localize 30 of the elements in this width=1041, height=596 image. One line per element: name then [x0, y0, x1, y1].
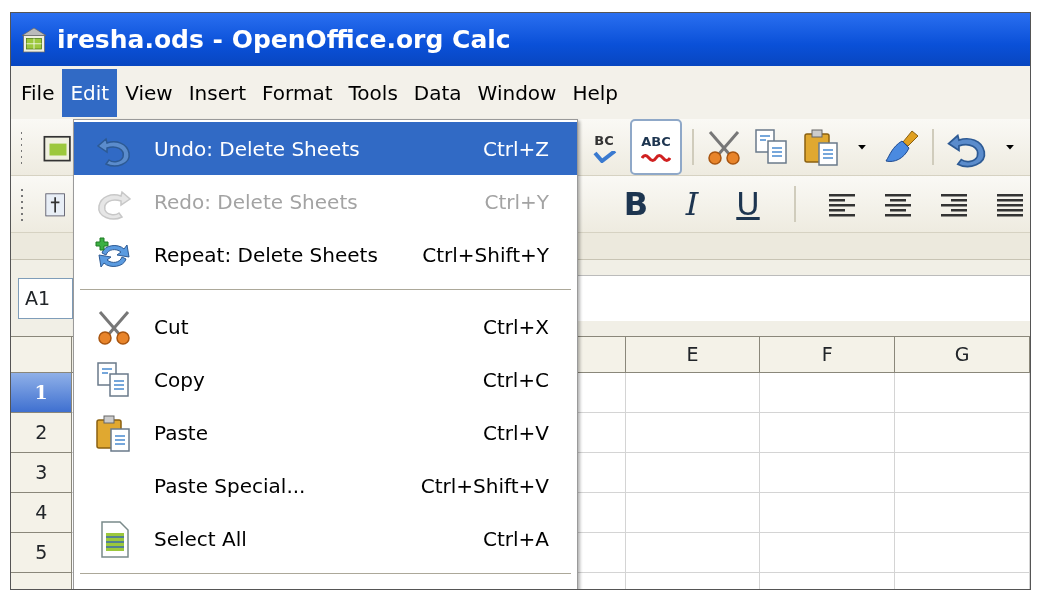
menu-item[interactable]: Tools: [340, 68, 406, 117]
menu-item[interactable]: Help: [564, 68, 627, 117]
spellcheck-button[interactable]: BC: [584, 124, 624, 170]
menu-item[interactable]: Copy Ctrl+C: [74, 353, 577, 406]
row-header[interactable]: 2: [11, 413, 73, 453]
menu-item[interactable]: Data: [405, 68, 470, 117]
menu-item[interactable]: Format: [254, 68, 341, 117]
menu-item[interactable]: Select All Ctrl+A: [74, 512, 577, 565]
menu-item[interactable]: File: [13, 68, 63, 117]
menu-item[interactable]: Undo: Delete Sheets Ctrl+Z: [74, 122, 577, 175]
menu-item[interactable]: Insert: [180, 68, 255, 117]
menu-item[interactable]: View: [117, 68, 181, 117]
format-button[interactable]: I: [672, 181, 712, 227]
auto-spellcheck-button[interactable]: ABC: [630, 119, 682, 175]
window-title: iresha.ods - OpenOffice.org Calc: [57, 23, 511, 56]
format-button[interactable]: B: [616, 181, 656, 227]
menu-item[interactable]: Repeat: Delete Sheets Ctrl+Shift+Y: [74, 228, 577, 281]
menu-item[interactable]: Paste Special... Ctrl+Shift+V: [74, 459, 577, 512]
row-header[interactable]: 4: [11, 493, 73, 533]
column-header[interactable]: G: [895, 336, 1030, 373]
row-header[interactable]: 5: [11, 533, 73, 573]
menu-item[interactable]: Window: [469, 68, 565, 117]
column-header[interactable]: F: [760, 336, 896, 373]
column-header[interactable]: E: [625, 336, 761, 373]
menu-item[interactable]: Paste Ctrl+V: [74, 406, 577, 459]
menu-item[interactable]: Cut Ctrl+X: [74, 300, 577, 353]
name-box[interactable]: A1: [18, 277, 73, 319]
row-header[interactable]: 3: [11, 453, 73, 493]
format-button[interactable]: U: [728, 181, 768, 227]
menu-item[interactable]: Edit: [62, 68, 118, 117]
